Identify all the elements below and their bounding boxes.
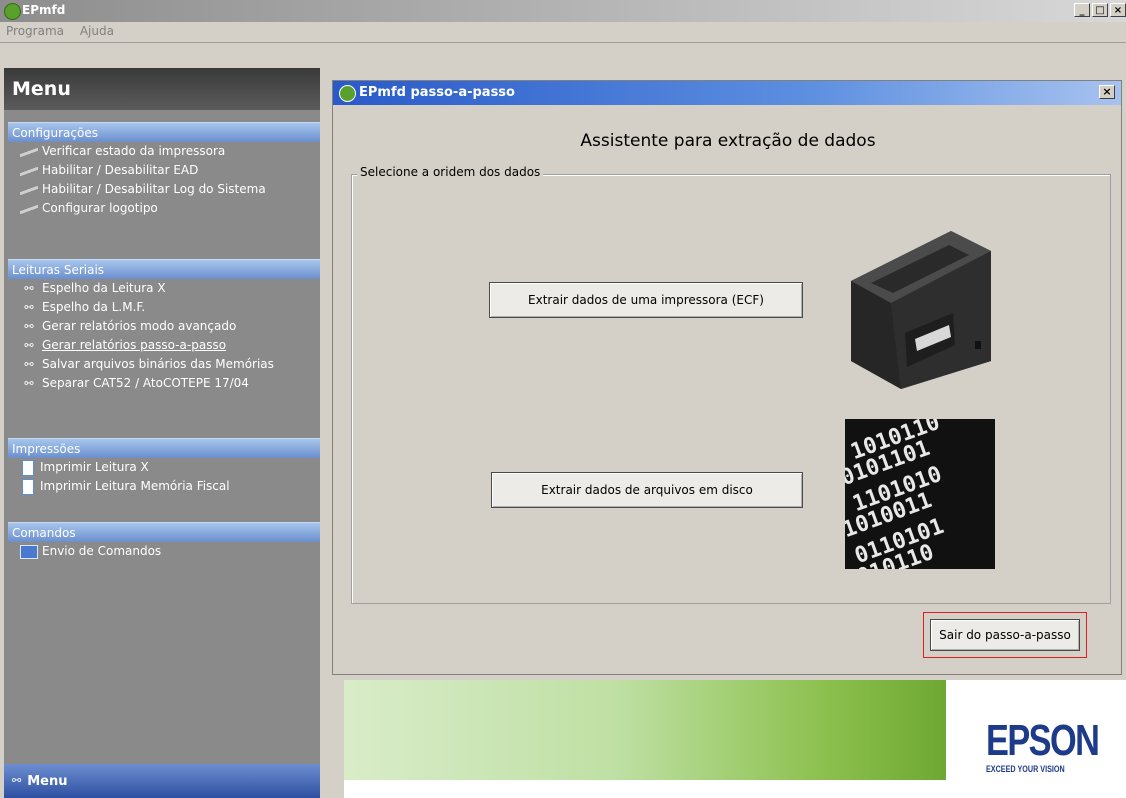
sidebar-item-label: Imprimir Leitura X — [40, 460, 149, 474]
dialog-titlebar: EPmfd passo-a-passo × — [333, 81, 1121, 105]
section-impressoes: Impressões Imprimir Leitura X Imprimir L… — [8, 438, 320, 496]
sidebar-item-label: Separar CAT52 / AtoCOTEPE 17/04 — [42, 376, 249, 390]
sidebar-footer-menu[interactable]: ⚯ Menu — [4, 764, 320, 798]
menubar: Programa Ajuda — [0, 22, 1126, 43]
sidebar-item-salvar-binarios[interactable]: ⚯ Salvar arquivos binários das Memórias — [8, 355, 320, 374]
sidebar-item-espelho-lmf[interactable]: ⚯ Espelho da L.M.F. — [8, 298, 320, 317]
exit-wizard-button[interactable]: Sair do passo-a-passo — [930, 619, 1080, 651]
sidebar-item-verificar-estado[interactable]: Verificar estado da impressora — [8, 142, 320, 161]
banner-bottom-strip — [344, 780, 946, 798]
section-configuracoes: Configurações Verificar estado da impres… — [8, 122, 320, 218]
close-button[interactable]: × — [1110, 3, 1126, 17]
sidebar-item-relatorios-passo[interactable]: ⚯ Gerar relatórios passo-a-passo — [8, 336, 320, 355]
app-logo-icon — [339, 85, 356, 102]
dialog-heading: Assistente para extração de dados — [580, 131, 876, 151]
sidebar-item-label: Gerar relatórios modo avançado — [42, 319, 237, 333]
sidebar: Menu Configurações Verificar estado da i… — [4, 68, 320, 798]
film-reel-icon: ⚯ — [24, 376, 34, 390]
sidebar-item-label: Envio de Comandos — [42, 544, 162, 558]
document-icon — [22, 478, 34, 495]
sidebar-item-envio-comandos[interactable]: Envio de Comandos — [8, 542, 320, 561]
sidebar-item-label: Espelho da Leitura X — [42, 281, 166, 295]
groupbox-label: Selecione a oridem dos dados — [357, 165, 544, 179]
film-reel-icon: ⚯ — [24, 338, 34, 352]
document-icon — [22, 459, 34, 476]
pen-icon — [20, 163, 38, 178]
pen-icon — [20, 144, 38, 159]
menu-programa[interactable]: Programa — [0, 22, 70, 38]
sidebar-item-configurar-logotipo[interactable]: Configurar logotipo — [8, 199, 320, 218]
sidebar-item-label: Habilitar / Desabilitar EAD — [42, 163, 199, 177]
pen-icon — [20, 182, 38, 197]
sidebar-item-label: Gerar relatórios passo-a-passo — [42, 338, 227, 352]
film-reel-icon: ⚯ — [24, 319, 34, 333]
sidebar-item-habilitar-ead[interactable]: Habilitar / Desabilitar EAD — [8, 161, 320, 180]
section-header-configuracoes[interactable]: Configurações — [8, 122, 320, 142]
computer-icon — [20, 544, 38, 559]
maximize-button[interactable]: □ — [1092, 3, 1108, 17]
printer-image — [851, 231, 991, 389]
film-reel-icon: ⚯ — [24, 300, 34, 314]
dialog-title: EPmfd passo-a-passo — [359, 85, 515, 100]
sidebar-item-label: Habilitar / Desabilitar Log do Sistema — [42, 182, 266, 196]
sidebar-item-separar-cat52[interactable]: ⚯ Separar CAT52 / AtoCOTEPE 17/04 — [8, 374, 320, 393]
epson-logo: EPSON — [986, 716, 1100, 765]
dialog-close-button[interactable]: × — [1099, 85, 1115, 99]
sidebar-item-espelho-leitura-x[interactable]: ⚯ Espelho da Leitura X — [8, 279, 320, 298]
app-logo-icon — [4, 3, 21, 20]
film-reel-icon: ⚯ — [12, 774, 22, 787]
pen-icon — [20, 201, 38, 216]
extract-disk-button[interactable]: Extrair dados de arquivos em disco — [491, 472, 803, 508]
sidebar-title: Menu — [4, 68, 320, 110]
green-banner — [344, 680, 946, 780]
window-titlebar: EPmfd _ □ × — [0, 0, 1126, 22]
sidebar-item-label: Imprimir Leitura Memória Fiscal — [40, 479, 230, 493]
exit-highlight: Sair do passo-a-passo — [923, 612, 1087, 658]
sidebar-item-label: Verificar estado da impressora — [42, 144, 226, 158]
wizard-dialog: EPmfd passo-a-passo × Assistente para ex… — [332, 80, 1122, 675]
sidebar-item-label: Configurar logotipo — [42, 201, 158, 215]
minimize-button[interactable]: _ — [1074, 3, 1090, 17]
film-reel-icon: ⚯ — [24, 281, 34, 295]
source-groupbox — [351, 174, 1111, 604]
section-header-comandos[interactable]: Comandos — [8, 522, 320, 542]
sidebar-item-habilitar-log[interactable]: Habilitar / Desabilitar Log do Sistema — [8, 180, 320, 199]
sidebar-item-imprimir-memoria[interactable]: Imprimir Leitura Memória Fiscal — [8, 477, 320, 496]
sidebar-footer-label: Menu — [27, 773, 68, 789]
extract-printer-button[interactable]: Extrair dados de uma impressora (ECF) — [489, 282, 803, 318]
binary-data-image: 1010110 0101101 1101010 1010011 0110101 … — [845, 419, 995, 569]
section-header-impressoes[interactable]: Impressões — [8, 438, 320, 458]
sidebar-item-imprimir-leitura-x[interactable]: Imprimir Leitura X — [8, 458, 320, 477]
film-reel-icon: ⚯ — [24, 357, 34, 371]
section-comandos: Comandos Envio de Comandos — [8, 522, 320, 561]
section-leituras-seriais: Leituras Seriais ⚯ Espelho da Leitura X ⚯… — [8, 259, 320, 393]
sidebar-item-label: Salvar arquivos binários das Memórias — [42, 357, 274, 371]
menu-ajuda[interactable]: Ajuda — [74, 22, 120, 38]
epson-tagline: EXCEED YOUR VISION — [986, 764, 1065, 774]
sidebar-item-label: Espelho da L.M.F. — [42, 300, 146, 314]
sidebar-item-relatorios-avancado[interactable]: ⚯ Gerar relatórios modo avançado — [8, 317, 320, 336]
window-controls: _ □ × — [1072, 3, 1126, 17]
window-title: EPmfd — [22, 3, 66, 17]
section-header-leituras-seriais[interactable]: Leituras Seriais — [8, 259, 320, 279]
